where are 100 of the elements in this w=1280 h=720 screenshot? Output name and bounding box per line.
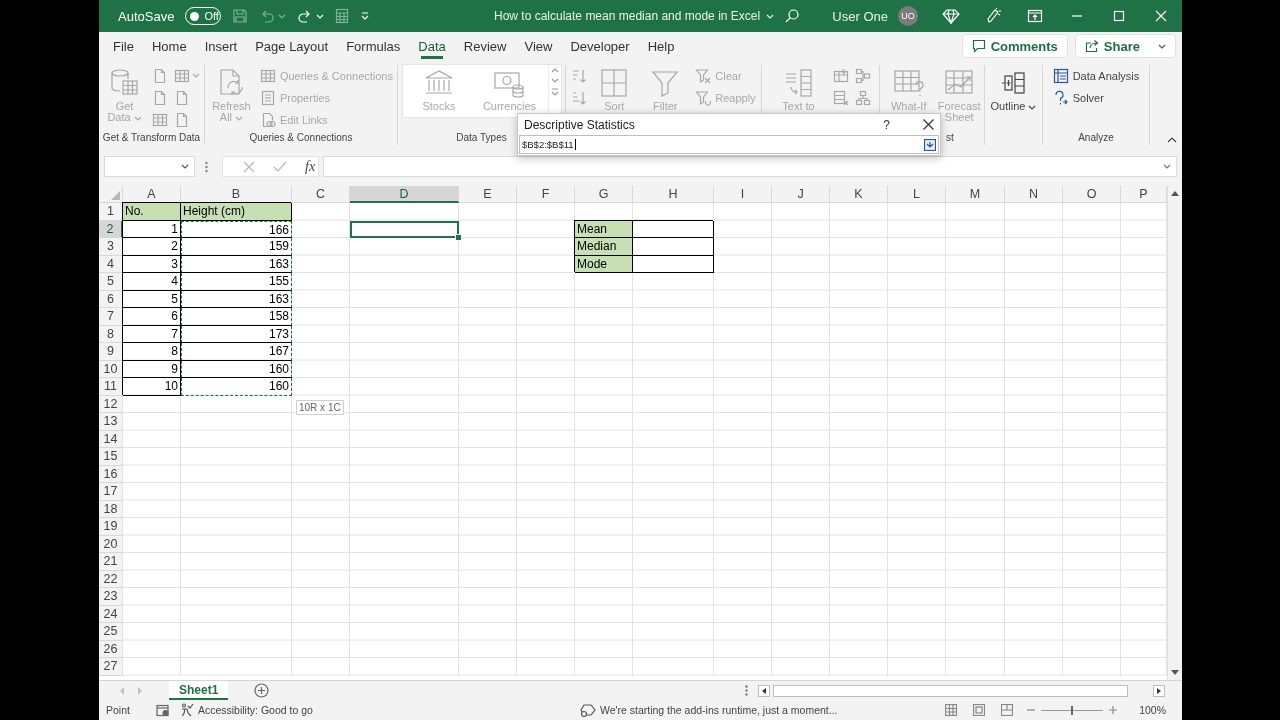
- previous-sheet-icon[interactable]: [119, 686, 125, 695]
- row-header[interactable]: 17: [99, 483, 123, 501]
- mode-indicator: Point: [106, 704, 130, 716]
- calculator-icon[interactable]: [335, 8, 350, 24]
- zoom-thumb[interactable]: [1071, 705, 1074, 715]
- menu-tab[interactable]: View: [515, 32, 562, 60]
- dialog-title: Descriptive Statistics: [524, 117, 635, 132]
- user-avatar[interactable]: UO: [898, 6, 918, 26]
- column-header[interactable]: F: [517, 186, 575, 203]
- collapse-icon[interactable]: [1167, 137, 1177, 143]
- column-header[interactable]: D: [350, 186, 459, 203]
- scroll-right-icon[interactable]: [1157, 687, 1162, 694]
- formula-field[interactable]: [323, 156, 1177, 177]
- scroll-up-icon[interactable]: [550, 68, 559, 73]
- column-header[interactable]: K: [830, 186, 888, 203]
- scroll-down-icon[interactable]: [1171, 670, 1179, 675]
- menu-tab[interactable]: Formulas: [337, 32, 410, 60]
- scroll-up-icon[interactable]: [1171, 191, 1179, 196]
- next-sheet-icon[interactable]: [137, 686, 143, 695]
- window-icon[interactable]: [1027, 9, 1043, 23]
- save-icon[interactable]: [232, 8, 249, 24]
- select-all-icon[interactable]: [111, 191, 120, 200]
- zoom-in-icon[interactable]: [1109, 706, 1118, 714]
- sheet-tab[interactable]: Sheet1: [169, 681, 229, 700]
- column-header[interactable]: H: [633, 186, 714, 203]
- customize-icon[interactable]: [360, 11, 371, 21]
- column-header[interactable]: C: [292, 186, 350, 203]
- column-header[interactable]: L: [888, 186, 946, 203]
- help-button[interactable]: ?: [880, 117, 893, 132]
- maximize-icon[interactable]: [1113, 10, 1125, 22]
- column-header[interactable]: P: [1121, 186, 1167, 203]
- search-icon[interactable]: [784, 8, 801, 24]
- comments-button[interactable]: Comments: [961, 34, 1068, 58]
- row-header[interactable]: 21: [99, 553, 123, 571]
- row-header[interactable]: 5: [99, 273, 123, 291]
- add-sheet-icon[interactable]: [254, 683, 270, 698]
- caret-icon[interactable]: [1163, 164, 1171, 169]
- row-header[interactable]: 25: [99, 623, 123, 641]
- active-cell[interactable]: [350, 220, 459, 238]
- row-header[interactable]: 7: [99, 308, 123, 326]
- vertical-scrollbar[interactable]: [1167, 186, 1182, 680]
- row-header[interactable]: 3: [99, 238, 123, 256]
- menu-tab[interactable]: Home: [142, 32, 196, 60]
- zoom-level[interactable]: 100%: [1139, 704, 1166, 716]
- pen-icon[interactable]: [985, 8, 1001, 24]
- row-header[interactable]: 11: [99, 378, 123, 396]
- cancel-icon[interactable]: [243, 160, 255, 173]
- caret-icon[interactable]: [181, 164, 189, 169]
- scroll-left-icon[interactable]: [762, 687, 767, 694]
- page-break-view-icon[interactable]: [1001, 704, 1014, 716]
- row-header[interactable]: 19: [99, 518, 123, 536]
- page-layout-view-icon[interactable]: [973, 704, 986, 716]
- macro-record-icon[interactable]: [155, 703, 170, 717]
- row-header[interactable]: 9: [99, 343, 123, 361]
- column-header[interactable]: O: [1063, 186, 1121, 203]
- menu-tab[interactable]: Review: [454, 32, 516, 60]
- close-icon[interactable]: [923, 119, 934, 130]
- group-label: Data Types: [456, 131, 507, 145]
- check-icon[interactable]: [273, 160, 287, 173]
- table-cell: 160: [181, 360, 292, 378]
- dots-icon: [745, 685, 749, 696]
- menu-tab[interactable]: Help: [638, 32, 684, 60]
- menu-tab[interactable]: Insert: [195, 32, 247, 60]
- column-header[interactable]: G: [575, 186, 633, 203]
- row-header[interactable]: 15: [99, 448, 123, 466]
- ribbon-button[interactable]: Solver: [1052, 89, 1140, 106]
- row-header[interactable]: 1: [99, 203, 123, 221]
- menu-tab[interactable]: Data: [409, 32, 455, 60]
- table-cell: 163: [181, 290, 292, 308]
- table-cell: 2: [123, 238, 181, 256]
- row-header[interactable]: 23: [99, 588, 123, 606]
- accessibility-status[interactable]: Accessibility: Good to go: [197, 704, 313, 716]
- ribbon-button[interactable]: Data Analysis: [1052, 67, 1140, 84]
- expand-dialog-icon[interactable]: [924, 138, 936, 151]
- column-header[interactable]: N: [1005, 186, 1063, 203]
- normal-view-icon[interactable]: [945, 704, 958, 716]
- diamond-icon[interactable]: [942, 8, 960, 24]
- more-icon[interactable]: [550, 88, 559, 96]
- row-header[interactable]: 13: [99, 413, 123, 431]
- share-button[interactable]: Share: [1074, 34, 1176, 58]
- zoom-out-icon[interactable]: [1027, 706, 1036, 714]
- document-title[interactable]: How to calculate mean median and mode in Excel: [494, 9, 761, 23]
- column-header[interactable]: E: [459, 186, 517, 203]
- scroll-down-icon[interactable]: [550, 78, 559, 83]
- range-field[interactable]: $B$2:$B$11: [519, 135, 939, 154]
- row-header[interactable]: 27: [99, 658, 123, 676]
- ribbon-button[interactable]: Outline: [989, 65, 1038, 112]
- table-cell: 7: [123, 325, 181, 343]
- insert-function-button[interactable]: fx: [305, 158, 316, 175]
- group-label: Get & Transform Data: [102, 131, 201, 145]
- column-header[interactable]: I: [714, 186, 772, 203]
- menu-tab[interactable]: File: [104, 32, 143, 60]
- menu-tab[interactable]: Page Layout: [246, 32, 338, 60]
- table-cell: 4: [123, 273, 181, 291]
- column-header[interactable]: M: [946, 186, 1005, 203]
- table-cell: 5: [123, 290, 181, 308]
- menu-tab[interactable]: Developer: [561, 32, 639, 60]
- column-header[interactable]: J: [772, 186, 830, 203]
- table-cell: Mode: [575, 255, 633, 273]
- horizontal-scrollbar[interactable]: [758, 683, 1166, 698]
